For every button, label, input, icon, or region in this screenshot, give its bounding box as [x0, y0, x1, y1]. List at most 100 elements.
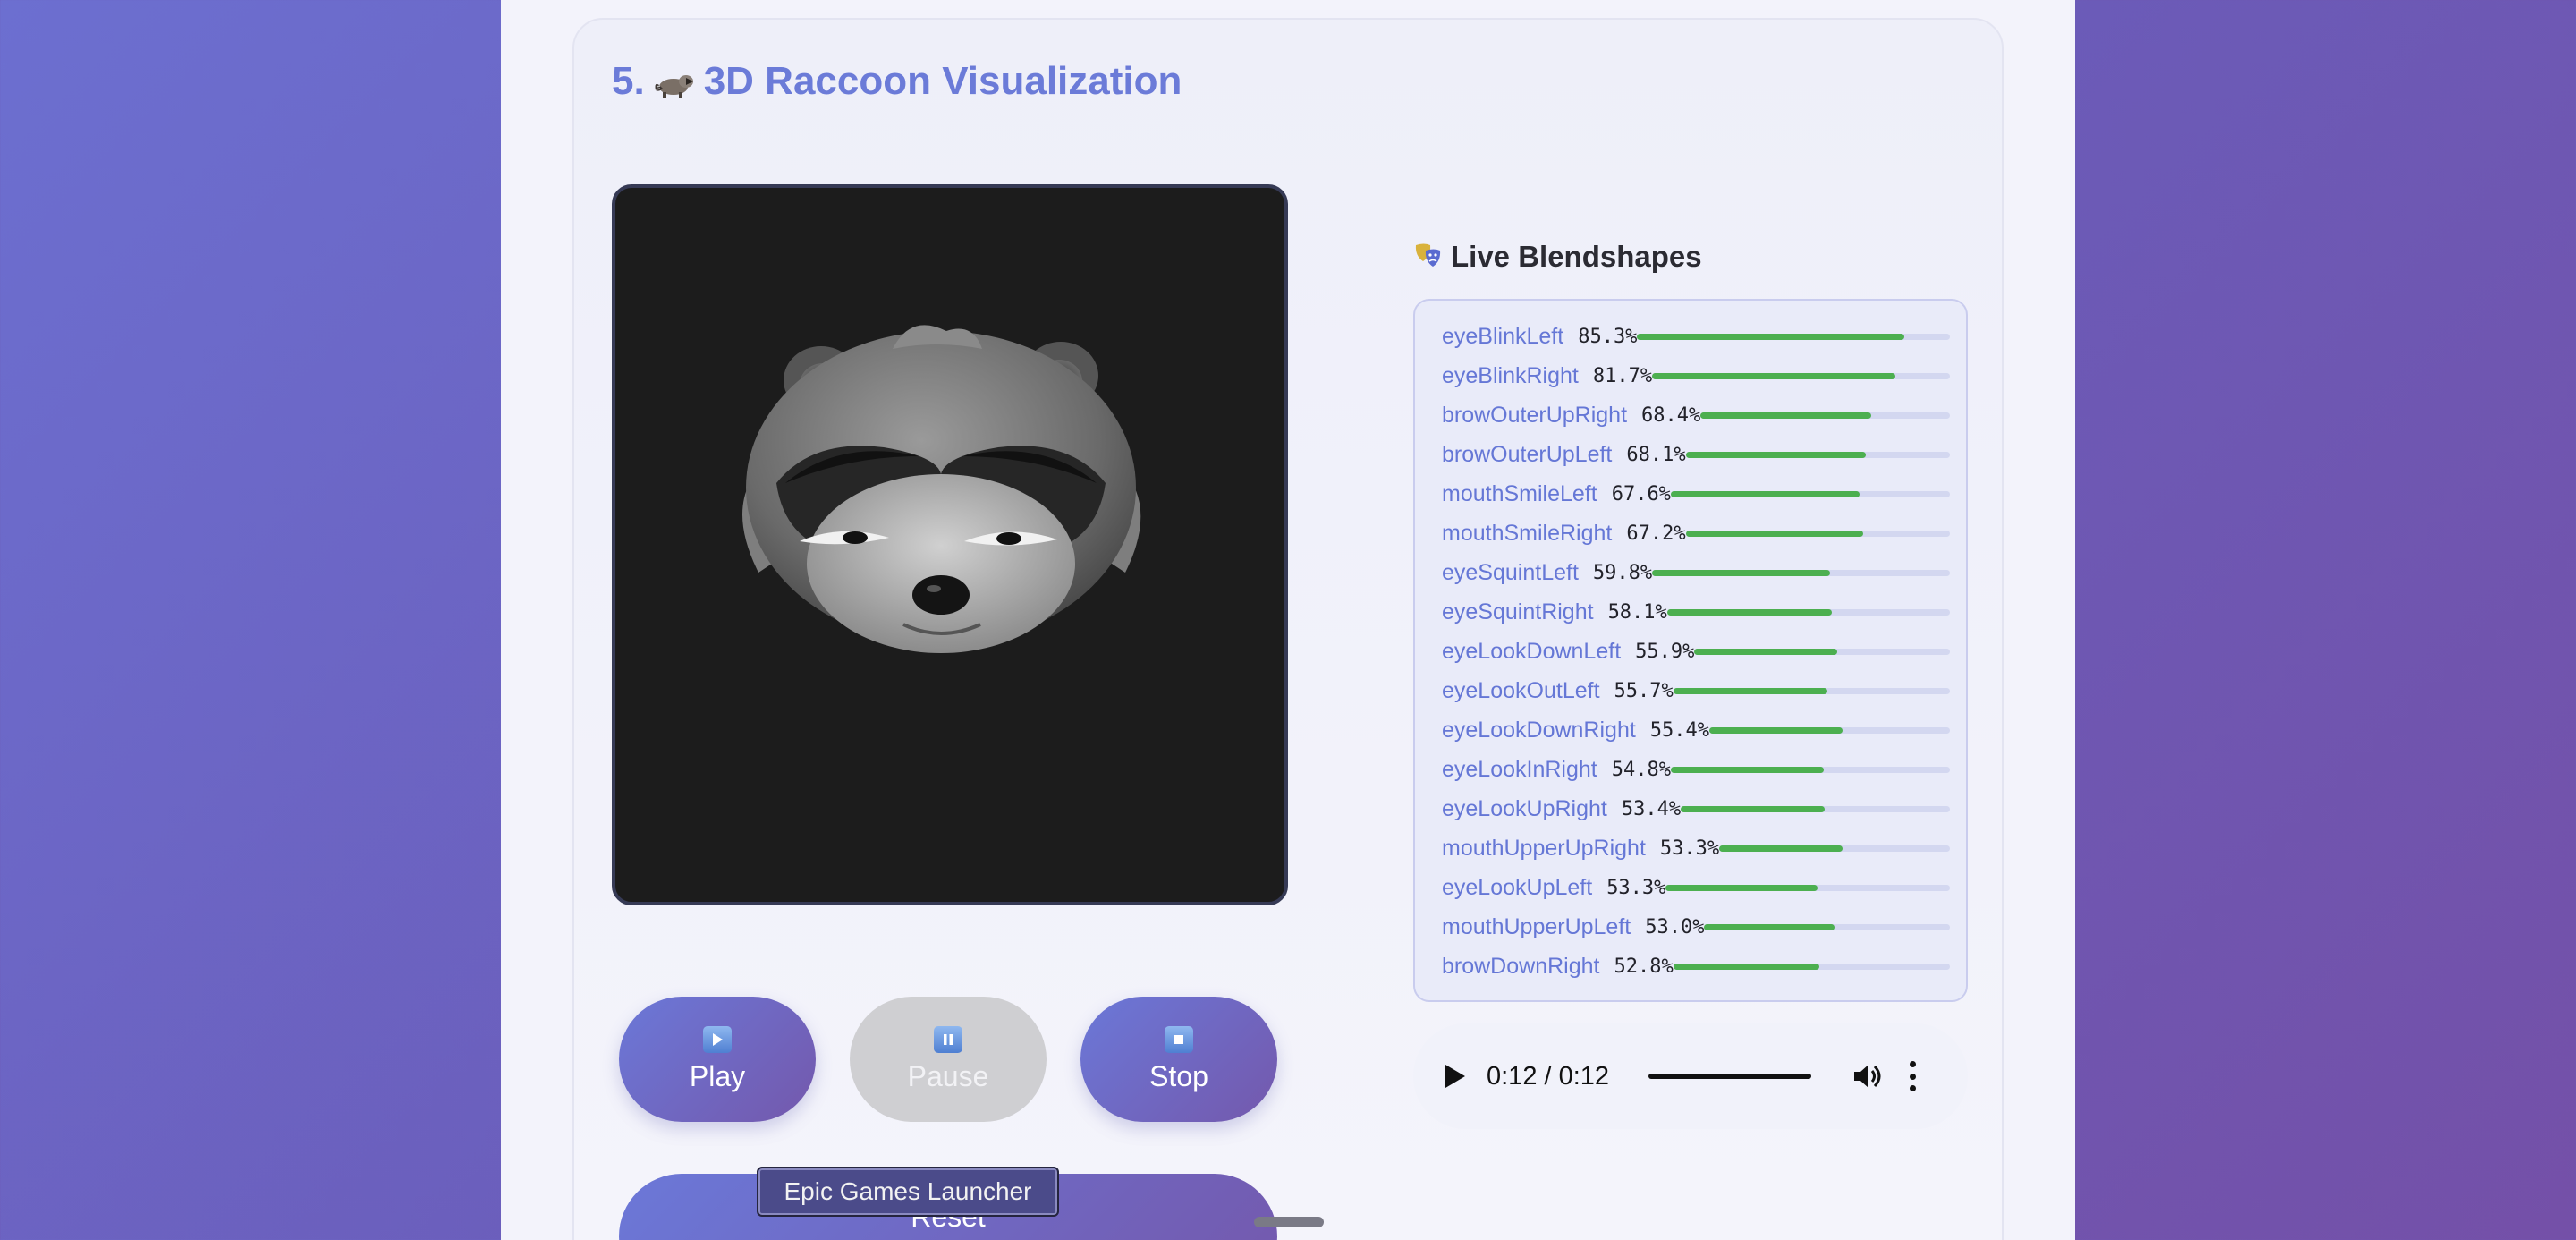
blendshape-row: eyeLookDownRight 55.4% — [1442, 710, 1961, 750]
blendshape-row: mouthUpperUpRight 53.3% — [1442, 828, 1961, 868]
blendshape-value: 55.9% — [1635, 640, 1695, 663]
blendshape-name: browOuterUpRight — [1442, 402, 1628, 428]
horizontal-scrollbar[interactable] — [1254, 1217, 1324, 1227]
play-button-label: Play — [689, 1059, 746, 1092]
blendshape-bar-fill — [1681, 805, 1825, 812]
blendshape-name: eyeLookDownLeft — [1442, 638, 1622, 664]
audio-player: 0:12 / 0:12 — [1413, 1023, 1968, 1129]
blendshape-name: mouthSmileLeft — [1442, 480, 1597, 506]
blendshape-value: 53.0% — [1645, 915, 1705, 938]
volume-icon[interactable] — [1851, 1060, 1883, 1092]
audio-seek-slider[interactable] — [1648, 1074, 1812, 1079]
blendshape-name: eyeSquintLeft — [1442, 559, 1579, 585]
blendshape-name: mouthUpperUpLeft — [1442, 913, 1631, 939]
blendshape-bar-track — [1694, 648, 1950, 655]
raccoon-emoji-icon — [654, 64, 695, 99]
blendshape-name: mouthSmileRight — [1442, 520, 1613, 546]
blendshape-bar-fill — [1709, 726, 1843, 734]
blendshape-row: eyeLookUpRight 53.4% — [1442, 789, 1961, 828]
blendshapes-title-text: Live Blendshapes — [1451, 240, 1702, 273]
blendshape-row: browDownRight 52.8% — [1442, 947, 1961, 986]
page-container: 5. 3D Raccoon Visualization Play Pause S… — [501, 0, 2075, 1240]
blendshape-name: mouthUpperUpRight — [1442, 835, 1646, 861]
blendshape-value: 68.4% — [1641, 403, 1701, 427]
blendshape-value: 81.7% — [1592, 364, 1653, 387]
blendshape-row: browOuterUpLeft 68.1% — [1442, 435, 1961, 474]
blendshape-value: 59.8% — [1592, 561, 1653, 584]
section-number: 5. — [612, 59, 645, 103]
blendshape-value: 67.2% — [1626, 522, 1686, 545]
blendshape-row: eyeBlinkLeft 85.3% — [1442, 317, 1961, 356]
pause-button-icon — [934, 1025, 962, 1053]
blendshape-name: eyeLookOutLeft — [1442, 677, 1600, 703]
theater-masks-icon — [1413, 242, 1444, 272]
blendshape-bar-track — [1719, 845, 1950, 852]
blendshape-bar-track — [1700, 412, 1950, 419]
blendshape-bar-track — [1652, 372, 1950, 379]
section-title: 5. 3D Raccoon Visualization — [612, 59, 1182, 104]
blendshape-row: eyeLookOutLeft 55.7% — [1442, 671, 1961, 710]
blendshape-bar-fill — [1673, 963, 1819, 970]
blendshape-bar-track — [1685, 451, 1950, 458]
stop-button[interactable]: Stop — [1080, 997, 1277, 1122]
blendshape-row: mouthSmileRight 67.2% — [1442, 514, 1961, 553]
blendshape-value: 54.8% — [1611, 758, 1671, 781]
blendshape-bar-fill — [1719, 845, 1843, 852]
blendshape-name: eyeLookInRight — [1442, 756, 1597, 782]
blendshape-value: 55.4% — [1649, 718, 1710, 742]
blendshape-bar-fill — [1694, 648, 1838, 655]
play-button-icon — [703, 1025, 732, 1053]
blendshape-bar-fill — [1670, 766, 1824, 773]
blendshape-bar-track — [1670, 766, 1950, 773]
blendshape-value: 53.3% — [1606, 876, 1666, 899]
section-title-text: 3D Raccoon Visualization — [703, 59, 1182, 103]
raccoon-face-render — [742, 325, 1141, 653]
pause-button-label: Pause — [907, 1059, 989, 1092]
blendshape-bar-fill — [1704, 923, 1835, 930]
blendshape-row: eyeLookDownLeft 55.9% — [1442, 632, 1961, 671]
blendshape-row: eyeLookUpLeft 53.3% — [1442, 868, 1961, 907]
more-options-icon[interactable] — [1908, 1061, 1917, 1091]
raccoon-3d-viewer[interactable] — [612, 184, 1288, 905]
blendshape-value: 67.6% — [1611, 482, 1671, 505]
blendshape-bar-track — [1666, 608, 1950, 616]
blendshape-bar-fill — [1685, 451, 1866, 458]
audio-play-icon[interactable] — [1445, 1065, 1465, 1088]
visualization-card: 5. 3D Raccoon Visualization Play Pause S… — [572, 18, 2004, 1240]
blendshape-value: 58.1% — [1607, 600, 1667, 624]
blendshape-bar-track — [1673, 963, 1950, 970]
blendshape-bar-track — [1637, 333, 1950, 340]
blendshape-bar-fill — [1637, 333, 1904, 340]
blendshape-bar-fill — [1700, 412, 1871, 419]
blendshape-name: eyeSquintRight — [1442, 599, 1594, 624]
blendshape-value: 68.1% — [1626, 443, 1686, 466]
blendshape-bar-fill — [1685, 530, 1864, 537]
play-button[interactable]: Play — [619, 997, 816, 1122]
stop-button-label: Stop — [1149, 1059, 1208, 1092]
blendshape-bar-track — [1685, 530, 1950, 537]
blendshape-row: browOuterUpRight 68.4% — [1442, 395, 1961, 435]
blendshape-bar-track — [1665, 884, 1950, 891]
blendshapes-title: Live Blendshapes — [1413, 240, 1702, 274]
blendshape-value: 55.7% — [1614, 679, 1674, 702]
blendshape-value: 53.4% — [1621, 797, 1682, 820]
blendshape-row: eyeSquintLeft 59.8% — [1442, 553, 1961, 592]
blendshape-bar-fill — [1673, 687, 1827, 694]
blendshape-row: mouthSmileLeft 67.6% — [1442, 474, 1961, 514]
stop-button-icon — [1165, 1025, 1193, 1053]
blendshape-bar-track — [1709, 726, 1950, 734]
blendshape-name: eyeLookUpRight — [1442, 795, 1607, 821]
blendshape-bar-fill — [1666, 608, 1832, 616]
blendshape-bar-track — [1681, 805, 1950, 812]
blendshape-name: browOuterUpLeft — [1442, 441, 1613, 467]
blendshape-bar-fill — [1652, 372, 1896, 379]
pause-button[interactable]: Pause — [850, 997, 1046, 1122]
blendshape-name: browDownRight — [1442, 953, 1600, 979]
blendshape-name: eyeBlinkRight — [1442, 362, 1579, 388]
blendshape-value: 53.3% — [1659, 837, 1720, 860]
blendshape-value: 85.3% — [1578, 325, 1638, 348]
blendshape-row: mouthUpperUpLeft 53.0% — [1442, 907, 1961, 947]
blendshape-bar-track — [1673, 687, 1950, 694]
blendshapes-list[interactable]: eyeBlinkLeft 85.3% eyeBlinkRight 81.7% browO… — [1413, 299, 1968, 1002]
blendshape-row: eyeSquintRight 58.1% — [1442, 592, 1961, 632]
